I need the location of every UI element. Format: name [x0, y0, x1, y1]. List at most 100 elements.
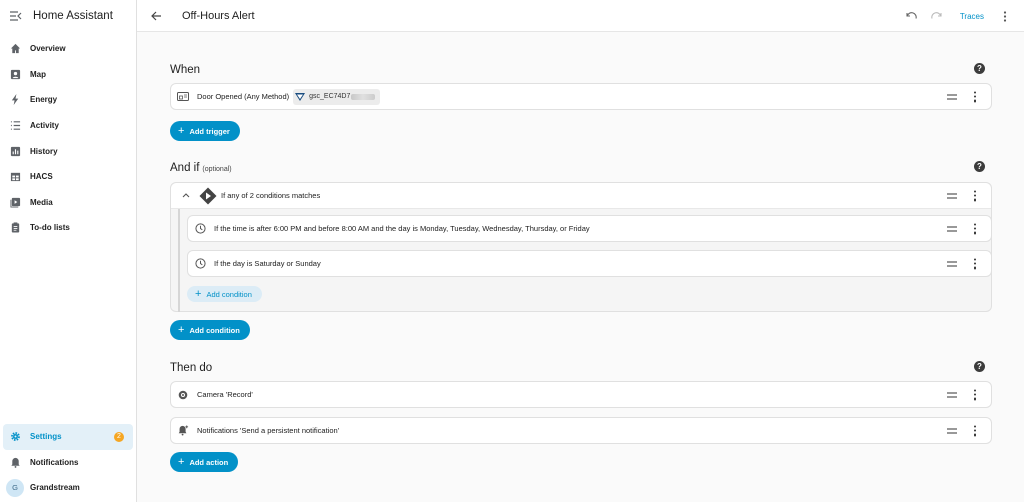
bell-plus-icon [177, 425, 189, 437]
sidebar-bottom: Settings 2 Notifications G Grandstream [0, 424, 136, 501]
clock-icon [194, 223, 206, 235]
sidebar-item-hacs[interactable]: HACS [0, 164, 136, 190]
and-if-help-icon[interactable]: ? [974, 161, 985, 172]
when-heading: When [170, 64, 200, 76]
sidebar-item-energy[interactable]: Energy [0, 87, 136, 113]
device-trigger-icon [177, 91, 189, 103]
or-condition-label: If any of 2 conditions matches [221, 191, 321, 200]
then-do-help-icon[interactable]: ? [974, 361, 985, 372]
condition-card[interactable]: If the time is after 6:00 PM and before … [187, 215, 992, 242]
more-options-icon[interactable] [973, 389, 977, 400]
then-do-heading-text: Then do [170, 362, 213, 374]
sidebar-item-label: Activity [30, 121, 59, 131]
action-label: Notifications 'Send a persistent notific… [197, 426, 340, 435]
and-if-heading-text: And if [170, 162, 200, 174]
sidebar-item-label: Overview [30, 44, 66, 54]
or-condition-group: If any of 2 conditions matches If the ti… [170, 182, 992, 312]
sidebar-item-history[interactable]: History [0, 138, 136, 164]
sidebar-item-user[interactable]: G Grandstream [0, 475, 136, 501]
add-action-label: Add action [189, 457, 229, 467]
more-options-icon[interactable] [973, 223, 977, 234]
plus-icon: + [195, 287, 202, 300]
traces-button[interactable]: Traces [960, 12, 984, 21]
avatar: G [6, 478, 24, 497]
sidebar-item-label: Settings [30, 432, 62, 442]
drag-handle-icon[interactable] [947, 428, 957, 433]
undo-icon[interactable] [904, 9, 918, 23]
trigger-label: Door Opened (Any Method) [197, 92, 290, 101]
media-icon [9, 196, 21, 208]
hacs-icon [9, 171, 21, 183]
sidebar-item-map[interactable]: Map [0, 62, 136, 88]
drag-handle-icon[interactable] [947, 193, 957, 198]
sidebar-item-label: To-do lists [30, 223, 70, 233]
automation-editor: When ? Door Opened (Any Method) gsc_EC74… [137, 32, 1024, 502]
clock-icon [194, 258, 206, 270]
device-chip-label: gsc_EC74D7 [309, 93, 351, 100]
home-icon [9, 43, 21, 55]
bell-icon [9, 456, 21, 468]
update-badge: 2 [114, 431, 124, 442]
drag-handle-icon[interactable] [947, 226, 957, 231]
condition-label: If the time is after 6:00 PM and before … [214, 224, 590, 233]
sidebar-item-notifications[interactable]: Notifications [0, 450, 136, 476]
when-help-icon[interactable]: ? [974, 63, 985, 74]
more-options-icon[interactable] [973, 91, 977, 102]
add-inner-condition-button[interactable]: + Add condition [187, 286, 262, 302]
action-card[interactable]: Camera 'Record' [170, 381, 992, 408]
sidebar-item-todo[interactable]: To-do lists [0, 215, 136, 241]
sidebar-item-media[interactable]: Media [0, 190, 136, 216]
condition-label: If the day is Saturday or Sunday [214, 259, 321, 268]
redacted-text [351, 93, 376, 100]
then-do-heading: Then do [170, 362, 212, 374]
plus-icon: + [178, 455, 185, 468]
trigger-card[interactable]: Door Opened (Any Method) gsc_EC74D7 [170, 83, 992, 110]
more-options-icon[interactable] [973, 190, 977, 201]
device-chip[interactable]: gsc_EC74D7 [293, 88, 381, 105]
add-trigger-button[interactable]: + Add trigger [170, 121, 240, 141]
plus-icon: + [178, 124, 185, 137]
camera-icon [177, 389, 189, 401]
more-options-icon[interactable] [998, 9, 1012, 23]
sidebar-item-label: Notifications [30, 457, 79, 467]
drag-handle-icon[interactable] [947, 94, 957, 99]
plus-icon: + [178, 323, 185, 336]
more-options-icon[interactable] [973, 425, 977, 436]
sidebar-item-label: Grandstream [30, 483, 80, 493]
add-trigger-label: Add trigger [189, 126, 230, 136]
sidebar-item-activity[interactable]: Activity [0, 113, 136, 139]
chevron-up-icon[interactable] [181, 191, 191, 201]
or-condition-header[interactable]: If any of 2 conditions matches [171, 183, 991, 209]
sidebar-header: Home Assistant [0, 0, 136, 32]
gear-icon [9, 431, 21, 443]
menu-collapse-icon[interactable] [9, 9, 23, 23]
action-card[interactable]: Notifications 'Send a persistent notific… [170, 417, 992, 444]
group-rail [178, 209, 180, 312]
sidebar-item-label: Map [30, 69, 46, 79]
redo-icon[interactable] [930, 9, 944, 23]
map-icon [9, 68, 21, 80]
sidebar-item-label: HACS [30, 172, 53, 182]
sidebar-item-settings[interactable]: Settings 2 [3, 424, 133, 450]
drag-handle-icon[interactable] [947, 261, 957, 266]
add-action-button[interactable]: + Add action [170, 452, 239, 472]
drag-handle-icon[interactable] [947, 392, 957, 397]
sidebar-item-label: History [30, 146, 58, 156]
lightning-icon [9, 94, 21, 106]
app-title: Home Assistant [33, 10, 113, 22]
sidebar-nav: Overview Map Energy Activity History HAC… [0, 36, 136, 241]
sidebar-item-overview[interactable]: Overview [0, 36, 136, 62]
sidebar: Home Assistant Overview Map Energy Activ… [0, 0, 137, 502]
device-logo-icon [295, 92, 306, 101]
sidebar-item-label: Media [30, 197, 53, 207]
more-options-icon[interactable] [973, 258, 977, 269]
and-if-heading: And if (optional) [170, 162, 232, 174]
condition-card[interactable]: If the day is Saturday or Sunday [187, 250, 992, 277]
sidebar-item-label: Energy [30, 95, 58, 105]
action-label: Camera 'Record' [197, 390, 253, 399]
optional-label: (optional) [202, 166, 232, 173]
back-arrow-icon[interactable] [149, 9, 163, 23]
chart-icon [9, 145, 21, 157]
add-condition-button[interactable]: + Add condition [170, 320, 250, 340]
top-bar: Off-Hours Alert Traces [137, 0, 1024, 32]
